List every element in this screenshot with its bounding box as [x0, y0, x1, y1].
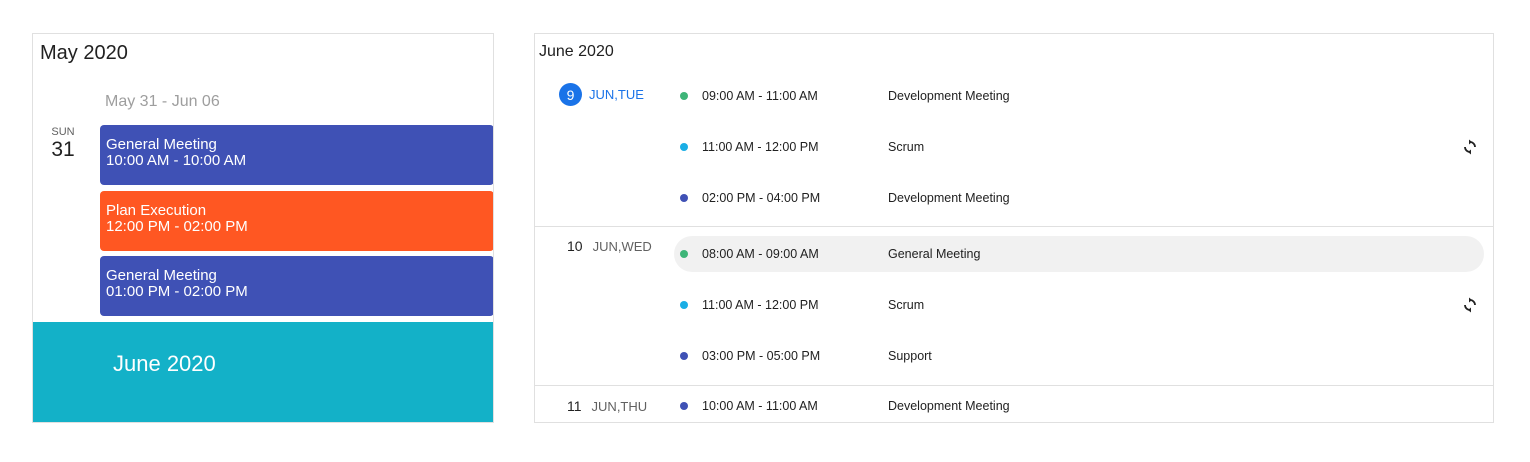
event-time: 09:00 AM - 11:00 AM: [702, 89, 818, 103]
agenda-month-title: June 2020: [539, 43, 614, 60]
day-number: 31: [51, 138, 75, 161]
event-time: 11:00 AM - 12:00 PM: [702, 298, 819, 312]
event-color-dot: [680, 250, 688, 258]
agenda-row[interactable]: 11:00 AM - 12:00 PM Scrum: [674, 287, 1484, 323]
event-subject: Development Meeting: [888, 191, 1010, 205]
event-color-dot: [680, 402, 688, 410]
schedule-month-title: May 2020: [40, 42, 128, 64]
date-number[interactable]: 10: [567, 238, 583, 254]
agenda-row[interactable]: 11:00 AM - 12:00 PM Scrum: [674, 129, 1484, 165]
agenda-row[interactable]: 03:00 PM - 05:00 PM Support: [674, 338, 1484, 374]
event-color-dot: [680, 301, 688, 309]
event-subject: General Meeting: [888, 247, 981, 261]
event-color-dot: [680, 352, 688, 360]
event-subject: Support: [888, 349, 932, 363]
date-text: JUN,THU: [591, 398, 648, 414]
agenda-row[interactable]: 10:00 AM - 11:00 AM Development Meeting: [674, 388, 1484, 422]
date-number[interactable]: 11: [567, 398, 582, 414]
agenda-row[interactable]: 08:00 AM - 09:00 AM General Meeting: [674, 236, 1484, 272]
event-subject: Development Meeting: [888, 399, 1010, 413]
schedule-panel: May 2020 May 31 - Jun 06 SUN 31 General …: [32, 33, 494, 423]
event-title: General Meeting: [106, 267, 217, 284]
event-subject: Development Meeting: [888, 89, 1010, 103]
event-card-general-meeting-2[interactable]: General Meeting 01:00 PM - 02:00 PM: [100, 256, 493, 316]
recurrence-icon: [1464, 139, 1476, 155]
event-subject: Scrum: [888, 140, 925, 154]
event-color-dot: [680, 194, 688, 202]
day-header: SUN 31: [41, 126, 85, 162]
event-title: Plan Execution: [106, 202, 207, 219]
agenda-day-group: 11 JUN,THU 10:00 AM - 11:00 AM Developme…: [535, 388, 1493, 422]
agenda-row[interactable]: 02:00 PM - 04:00 PM Development Meeting: [674, 180, 1484, 216]
next-month-banner: June 2020: [33, 322, 493, 422]
event-title: General Meeting: [106, 136, 217, 153]
event-color-dot: [680, 92, 688, 100]
event-time: 10:00 AM - 10:00 AM: [106, 152, 247, 169]
date-number-today[interactable]: 9: [559, 83, 582, 106]
event-time: 08:00 AM - 09:00 AM: [702, 247, 819, 261]
day-name: SUN: [51, 126, 75, 138]
event-card-general-meeting[interactable]: General Meeting 10:00 AM - 10:00 AM: [100, 125, 493, 185]
agenda-panel: June 2020 9 JUN,TUE 09:00 AM - 11:00 AM …: [534, 33, 1494, 423]
event-color-dot: [680, 143, 688, 151]
event-time: 11:00 AM - 12:00 PM: [702, 140, 819, 154]
date-text: JUN,TUE: [589, 87, 644, 102]
agenda-row[interactable]: 09:00 AM - 11:00 AM Development Meeting: [674, 78, 1484, 114]
event-time: 12:00 PM - 02:00 PM: [106, 218, 248, 235]
agenda-date-label[interactable]: 10 JUN,WED: [567, 238, 652, 254]
event-time: 01:00 PM - 02:00 PM: [106, 283, 248, 300]
agenda-day-group: 10 JUN,WED 08:00 AM - 09:00 AM General M…: [535, 228, 1493, 386]
event-card-plan-execution[interactable]: Plan Execution 12:00 PM - 02:00 PM: [100, 191, 493, 251]
event-subject: Scrum: [888, 298, 925, 312]
agenda-day-group: 9 JUN,TUE 09:00 AM - 11:00 AM Developmen…: [535, 74, 1493, 227]
event-time: 10:00 AM - 11:00 AM: [702, 399, 818, 413]
date-text: JUN,WED: [592, 238, 652, 254]
event-time: 03:00 PM - 05:00 PM: [702, 349, 821, 363]
event-time: 02:00 PM - 04:00 PM: [702, 191, 821, 205]
week-range-label: May 31 - Jun 06: [105, 93, 220, 110]
recurrence-icon: [1464, 297, 1476, 313]
agenda-date-label[interactable]: 9 JUN,TUE: [559, 83, 644, 106]
agenda-date-label[interactable]: 11 JUN,THU: [567, 398, 647, 414]
